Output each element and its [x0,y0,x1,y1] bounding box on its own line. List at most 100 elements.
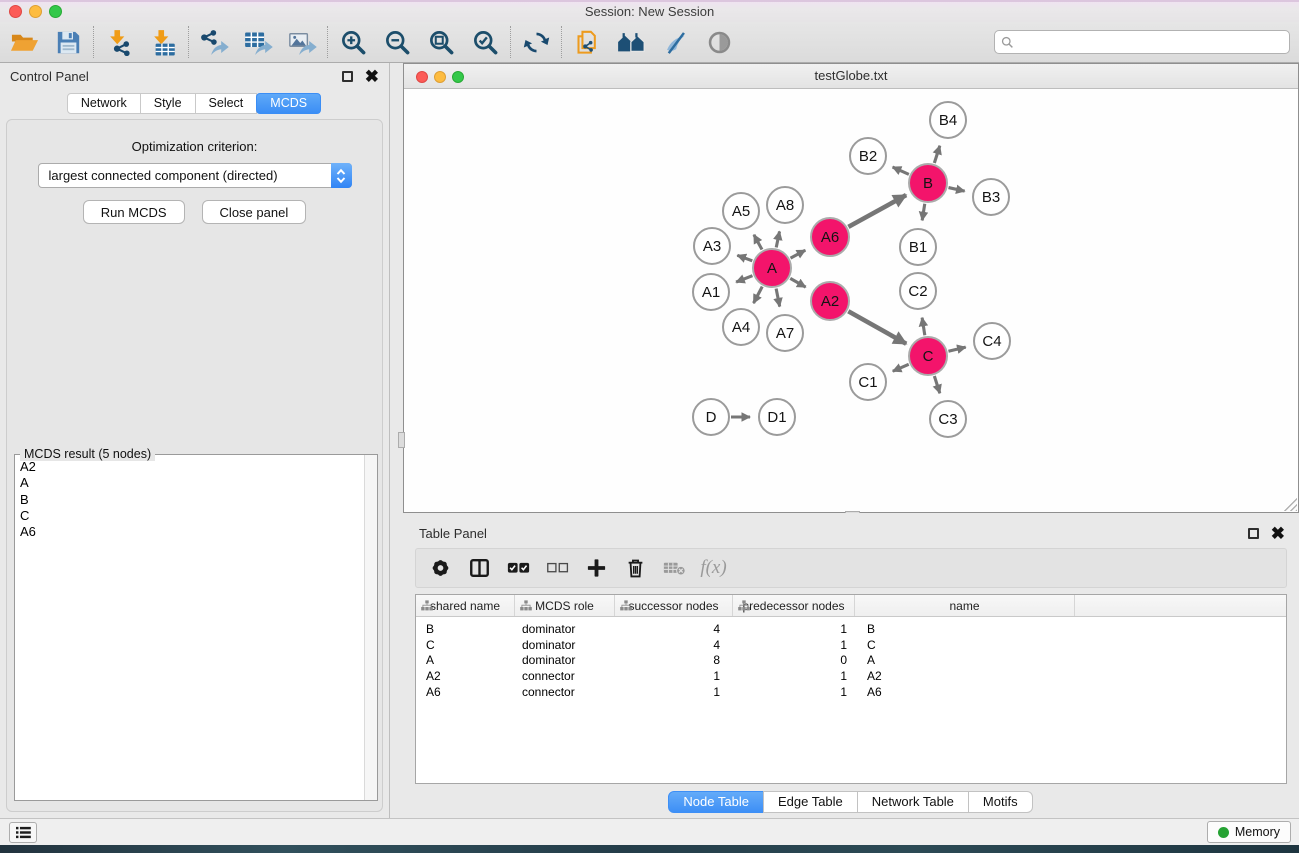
tab-network-table[interactable]: Network Table [857,791,969,813]
zoom-out-button[interactable] [375,23,419,61]
table-cell: 1 [615,669,733,683]
node-A5[interactable]: A5 [722,192,760,230]
node-B2[interactable]: B2 [849,137,887,175]
memory-button[interactable]: Memory [1207,821,1291,843]
mcds-result-list[interactable]: A2ABCA6 [15,455,364,800]
table-float-panel-icon[interactable] [1248,528,1259,539]
mcds-result-scrollbar[interactable] [364,455,377,800]
column-header-MCDS-role[interactable]: MCDS role [515,595,615,616]
network-minimize-button[interactable] [434,71,446,83]
column-header-predecessor-nodes[interactable]: predecessor nodes [733,595,855,616]
node-C2[interactable]: C2 [899,272,937,310]
zoom-in-button[interactable] [331,23,375,61]
zoom-selected-button[interactable] [463,23,507,61]
settings-button[interactable] [421,550,460,586]
export-network-button[interactable] [192,23,236,61]
task-history-button[interactable] [9,822,37,843]
zoom-out-icon [383,29,412,56]
split-view-button[interactable] [460,550,499,586]
birdseye-handle-left[interactable] [398,432,405,448]
table-cell: B [416,622,515,636]
node-A4[interactable]: A4 [722,308,760,346]
node-A7[interactable]: A7 [766,314,804,352]
node-A2[interactable]: A2 [810,281,850,321]
deselect-all-button[interactable] [538,550,577,586]
table-row[interactable]: A2connector11A2 [416,668,1286,684]
column-header-successor-nodes[interactable]: successor nodes [615,595,733,616]
column-header-name[interactable]: name [855,595,1075,616]
select-all-button[interactable] [499,550,538,586]
node-C1[interactable]: C1 [849,363,887,401]
column-header-shared-name[interactable]: shared name [416,595,515,616]
float-panel-icon[interactable] [342,71,353,82]
table-row[interactable]: Bdominator41B [416,621,1286,637]
open-file-button[interactable] [2,23,46,61]
minimize-window-button[interactable] [29,5,42,18]
optimization-criterion-dropdown[interactable]: largest connected component (directed) [38,163,352,188]
table-row[interactable]: Cdominator41C [416,637,1286,653]
tab-select[interactable]: Select [195,93,258,114]
node-B3[interactable]: B3 [972,178,1010,216]
mcds-result-item[interactable]: C [20,508,364,524]
node-C4[interactable]: C4 [973,322,1011,360]
table-close-panel-icon[interactable]: ✖ [1271,528,1285,539]
table-cell: 1 [733,638,855,652]
mcds-result-item[interactable]: A6 [20,524,364,540]
node-C[interactable]: C [908,336,948,376]
node-D1[interactable]: D1 [758,398,796,436]
mcds-result-item[interactable]: B [20,492,364,508]
column-type-icon [520,600,532,614]
node-B4[interactable]: B4 [929,101,967,139]
mcds-result-item[interactable]: A2 [20,459,364,475]
table-row[interactable]: Adominator80A [416,653,1286,669]
export-image-button[interactable] [280,23,324,61]
import-network-button[interactable] [97,23,141,61]
node-A[interactable]: A [752,248,792,288]
node-D[interactable]: D [692,398,730,436]
export-table-button[interactable] [236,23,280,61]
apply-layout-button[interactable] [514,23,558,61]
tab-motifs[interactable]: Motifs [968,791,1033,813]
mcds-result-item[interactable]: A [20,475,364,491]
show-view-button[interactable] [697,23,741,61]
node-B1[interactable]: B1 [899,228,937,266]
import-table-button[interactable] [141,23,185,61]
copy-network-button[interactable] [565,23,609,61]
node-A6[interactable]: A6 [810,217,850,257]
search-input[interactable] [1019,32,1283,52]
column-label: predecessor nodes [742,599,844,613]
home-networks-button[interactable] [609,23,653,61]
save-session-button[interactable] [46,23,90,61]
network-maximize-button[interactable] [452,71,464,83]
dropdown-value: largest connected component (directed) [49,168,278,183]
table-row[interactable]: A6connector11A6 [416,684,1286,700]
run-mcds-button[interactable]: Run MCDS [83,200,185,224]
node-A1[interactable]: A1 [692,273,730,311]
tab-style[interactable]: Style [140,93,196,114]
tab-node-table[interactable]: Node Table [668,791,764,813]
node-A8[interactable]: A8 [766,186,804,224]
node-A3[interactable]: A3 [693,227,731,265]
table-cell: A6 [416,685,515,699]
maximize-window-button[interactable] [49,5,62,18]
network-window-titlebar[interactable]: testGlobe.txt [404,64,1298,89]
node-B[interactable]: B [908,163,948,203]
network-canvas[interactable]: B4 B2 B B3 A8A5 A6 A3 B1 A A1 C2 A2 A4A7 C4 C C1 C3 D D1 [404,89,1298,512]
close-panel-button[interactable]: Close panel [202,200,307,224]
zoom-fit-button[interactable] [419,23,463,61]
tab-mcds[interactable]: MCDS [256,93,321,114]
desktop-wallpaper-strip [0,845,1299,853]
tab-network[interactable]: Network [67,93,141,114]
hide-graphics-details-button[interactable] [653,23,697,61]
control-panel-header: Control Panel ✖ [0,63,389,89]
node-C3[interactable]: C3 [929,400,967,438]
close-panel-icon[interactable]: ✖ [365,71,379,82]
import-network-icon [105,29,134,56]
edge-A-A4 [754,287,763,304]
close-window-button[interactable] [9,5,22,18]
delete-row-button[interactable] [616,550,655,586]
search-field[interactable] [994,30,1290,54]
network-close-button[interactable] [416,71,428,83]
tab-edge-table[interactable]: Edge Table [763,791,858,813]
add-row-button[interactable] [577,550,616,586]
